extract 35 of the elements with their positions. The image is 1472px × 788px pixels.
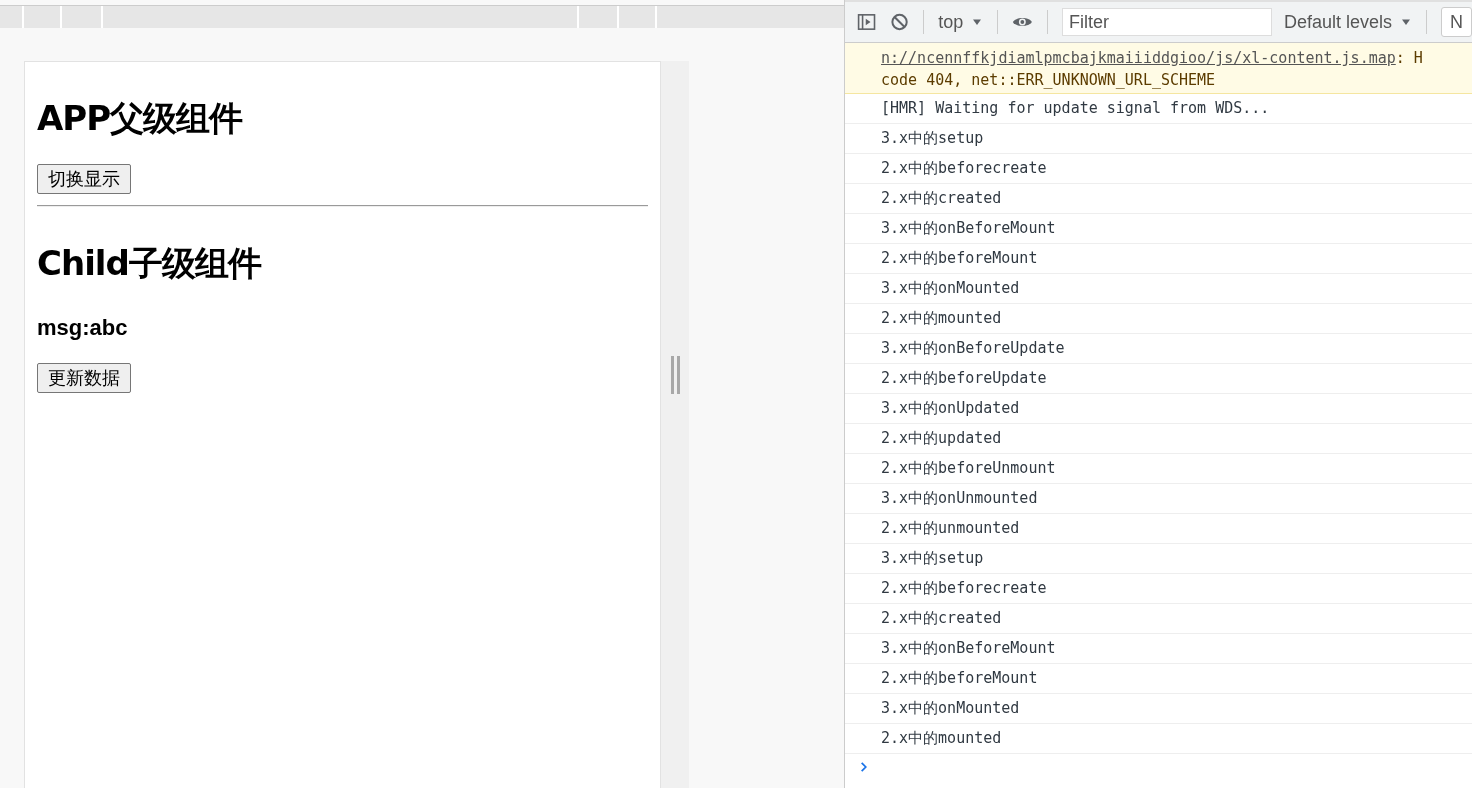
log-message: 3.x中的onBeforeMount	[881, 219, 1056, 237]
warning-text: code 404, net::ERR_UNKNOWN_URL_SCHEME	[881, 70, 1217, 91]
log-message: 2.x中的beforecreate	[881, 579, 1047, 597]
log-message: 3.x中的setup	[881, 129, 984, 147]
warning-text: : H	[1395, 49, 1423, 67]
message-text: msg:abc	[37, 315, 129, 341]
log-message: [HMR] Waiting for update signal from WDS...	[881, 99, 1270, 117]
update-button[interactable]: 更新数据	[37, 363, 131, 393]
page-heading: APP父级组件	[37, 97, 244, 140]
log-message: 2.x中的mounted	[881, 729, 1002, 747]
log-message: 2.x中的beforecreate	[881, 159, 1047, 177]
log-message: 2.x中的unmounted	[881, 519, 1020, 537]
log-message: 2.x中的beforeMount	[881, 249, 1038, 267]
log-message: 2.x中的beforeUpdate	[881, 369, 1047, 387]
log-message: 3.x中的onMounted	[881, 699, 1020, 717]
log-message: 2.x中的created	[881, 189, 1002, 207]
log-message: 2.x中的beforeUnmount	[881, 459, 1056, 477]
source-link[interactable]: n://ncennffkjdiamlpmcbajkmaiiiddgioo/js/xl-content.js.map	[881, 49, 1396, 67]
context-dropdown[interactable]: top	[938, 11, 984, 33]
filter-field[interactable]: Filter	[1061, 8, 1272, 36]
levels-dropdown[interactable]: Default levels	[1283, 11, 1412, 33]
log-message: 2.x中的updated	[881, 429, 1002, 447]
log-message: 3.x中的onUnmounted	[881, 489, 1038, 507]
log-message: 3.x中的onUpdated	[881, 399, 1020, 417]
resize-handle-icon[interactable]	[670, 355, 680, 394]
log-message: 3.x中的onBeforeUpdate	[881, 339, 1065, 357]
log-message: 3.x中的onMounted	[881, 279, 1020, 297]
log-message: 2.x中的beforeMount	[881, 669, 1038, 687]
log-message: 2.x中的created	[881, 609, 1002, 627]
issues-button[interactable]: N	[1441, 7, 1472, 37]
log-message: 2.x中的mounted	[881, 309, 1002, 327]
toggle-button[interactable]: 切换显示	[37, 164, 131, 194]
log-message: 3.x中的setup	[881, 549, 984, 567]
child-heading: Child子级组件	[37, 242, 263, 285]
log-message: 3.x中的onBeforeMount	[881, 639, 1056, 657]
